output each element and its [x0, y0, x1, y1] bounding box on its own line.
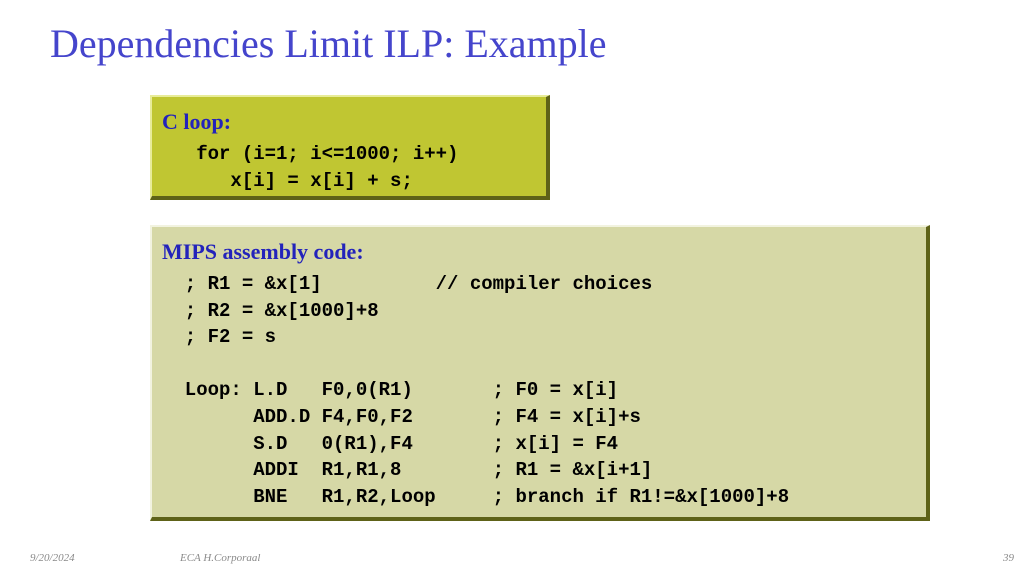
mips-box: MIPS assembly code: ; R1 = &x[1] // comp… — [150, 225, 930, 521]
slide: Dependencies Limit ILP: Example C loop: … — [0, 0, 1024, 576]
footer-date: 9/20/2024 — [30, 552, 75, 564]
slide-footer: 9/20/2024 ECA H.Corporaal 39 — [0, 552, 1024, 568]
footer-author: ECA H.Corporaal — [180, 552, 260, 564]
c-loop-heading: C loop: — [162, 109, 536, 135]
c-loop-box: C loop: for (i=1; i<=1000; i++) x[i] = x… — [150, 95, 550, 200]
mips-heading: MIPS assembly code: — [162, 239, 916, 265]
page-title: Dependencies Limit ILP: Example — [50, 20, 607, 67]
mips-code: ; R1 = &x[1] // compiler choices ; R2 = … — [162, 271, 916, 510]
c-loop-code: for (i=1; i<=1000; i++) x[i] = x[i] + s; — [162, 141, 536, 194]
footer-page-number: 39 — [1003, 552, 1014, 564]
